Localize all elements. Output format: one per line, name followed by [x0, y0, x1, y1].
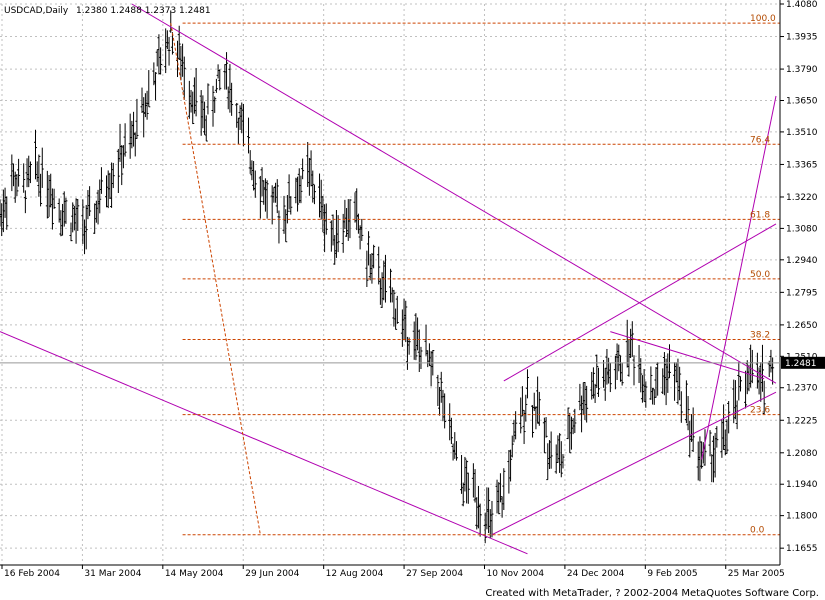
- trend-line: [0, 331, 528, 555]
- x-axis: 16 Feb 2004 31 Mar 2004 14 May 2004 29 Jun …: [0, 564, 785, 579]
- y-tick-label: 1.3935: [786, 33, 818, 43]
- x-tick-label: 10 Nov 2004: [486, 569, 544, 579]
- y-tick-label: 1.2940: [786, 256, 818, 266]
- y-tick-label: 1.1800: [786, 512, 818, 522]
- y-tick-label: 1.1655: [786, 544, 818, 554]
- ohlc-readout: 1.2380 1.2488 1.2373 1.2481: [76, 6, 211, 16]
- x-tick-label: 29 Jun 2004: [245, 569, 299, 579]
- fib-level-label: 61.8: [750, 210, 770, 220]
- x-tick-label: 31 Mar 2004: [84, 569, 141, 579]
- y-tick-label: 1.3510: [786, 128, 818, 138]
- chart-title: USDCAD,Daily: [4, 6, 69, 16]
- x-tick-label: 16 Feb 2004: [4, 569, 60, 579]
- x-tick-label: 14 May 2004: [165, 569, 224, 579]
- price-bars: [0, 10, 775, 544]
- fib-level-label: 76.4: [750, 135, 770, 145]
- fib-level-label: 38.2: [750, 330, 770, 340]
- chart-area: 100.0 76.4 61.8 50.0 38.2 23.6 0.0 1.4080 1.393…: [0, 0, 825, 600]
- y-tick-label: 1.4080: [786, 0, 818, 10]
- y-tick-label: 1.3365: [786, 160, 818, 170]
- y-axis: 1.4080 1.3935 1.3790 1.3650 1.3510 1.3365 1.32…: [0, 0, 825, 565]
- y-tick-label: 1.2370: [786, 384, 818, 394]
- trend-line: [131, 3, 777, 384]
- footer-credit: Created with MetaTrader, ? 2002-2004 Met…: [485, 588, 819, 599]
- trend-line: [491, 391, 777, 536]
- y-tick-label: 1.2225: [786, 416, 818, 426]
- x-tick-label: 25 Mar 2005: [728, 569, 785, 579]
- y-tick-label: 1.1940: [786, 480, 818, 490]
- fib-level-label: 0.0: [750, 526, 765, 536]
- fib-level-label: 50.0: [750, 270, 770, 280]
- y-tick-label: 1.2080: [786, 449, 818, 459]
- y-tick-label: 1.2795: [786, 288, 818, 298]
- grid: [0, 3, 780, 565]
- y-tick-label: 1.3790: [786, 65, 818, 75]
- fib-level-label: 23.6: [750, 406, 770, 416]
- y-tick-label: 1.3650: [786, 96, 818, 106]
- x-tick-label: 12 Aug 2004: [326, 569, 384, 579]
- y-tick-label: 1.3080: [786, 224, 818, 234]
- x-tick-label: 9 Feb 2005: [647, 569, 697, 579]
- x-tick-label: 27 Sep 2004: [406, 569, 463, 579]
- y-tick-label: 1.2650: [786, 321, 818, 331]
- fib-level-label: 100.0: [750, 14, 776, 24]
- usdcad-chart: 100.0 76.4 61.8 50.0 38.2 23.6 0.0 1.4080 1.393…: [0, 0, 825, 579]
- x-tick-label: 24 Dec 2004: [567, 569, 625, 579]
- y-tick-label: 1.3220: [786, 193, 818, 203]
- trend-line: [610, 331, 765, 380]
- current-price-label: 1.2481: [785, 359, 817, 369]
